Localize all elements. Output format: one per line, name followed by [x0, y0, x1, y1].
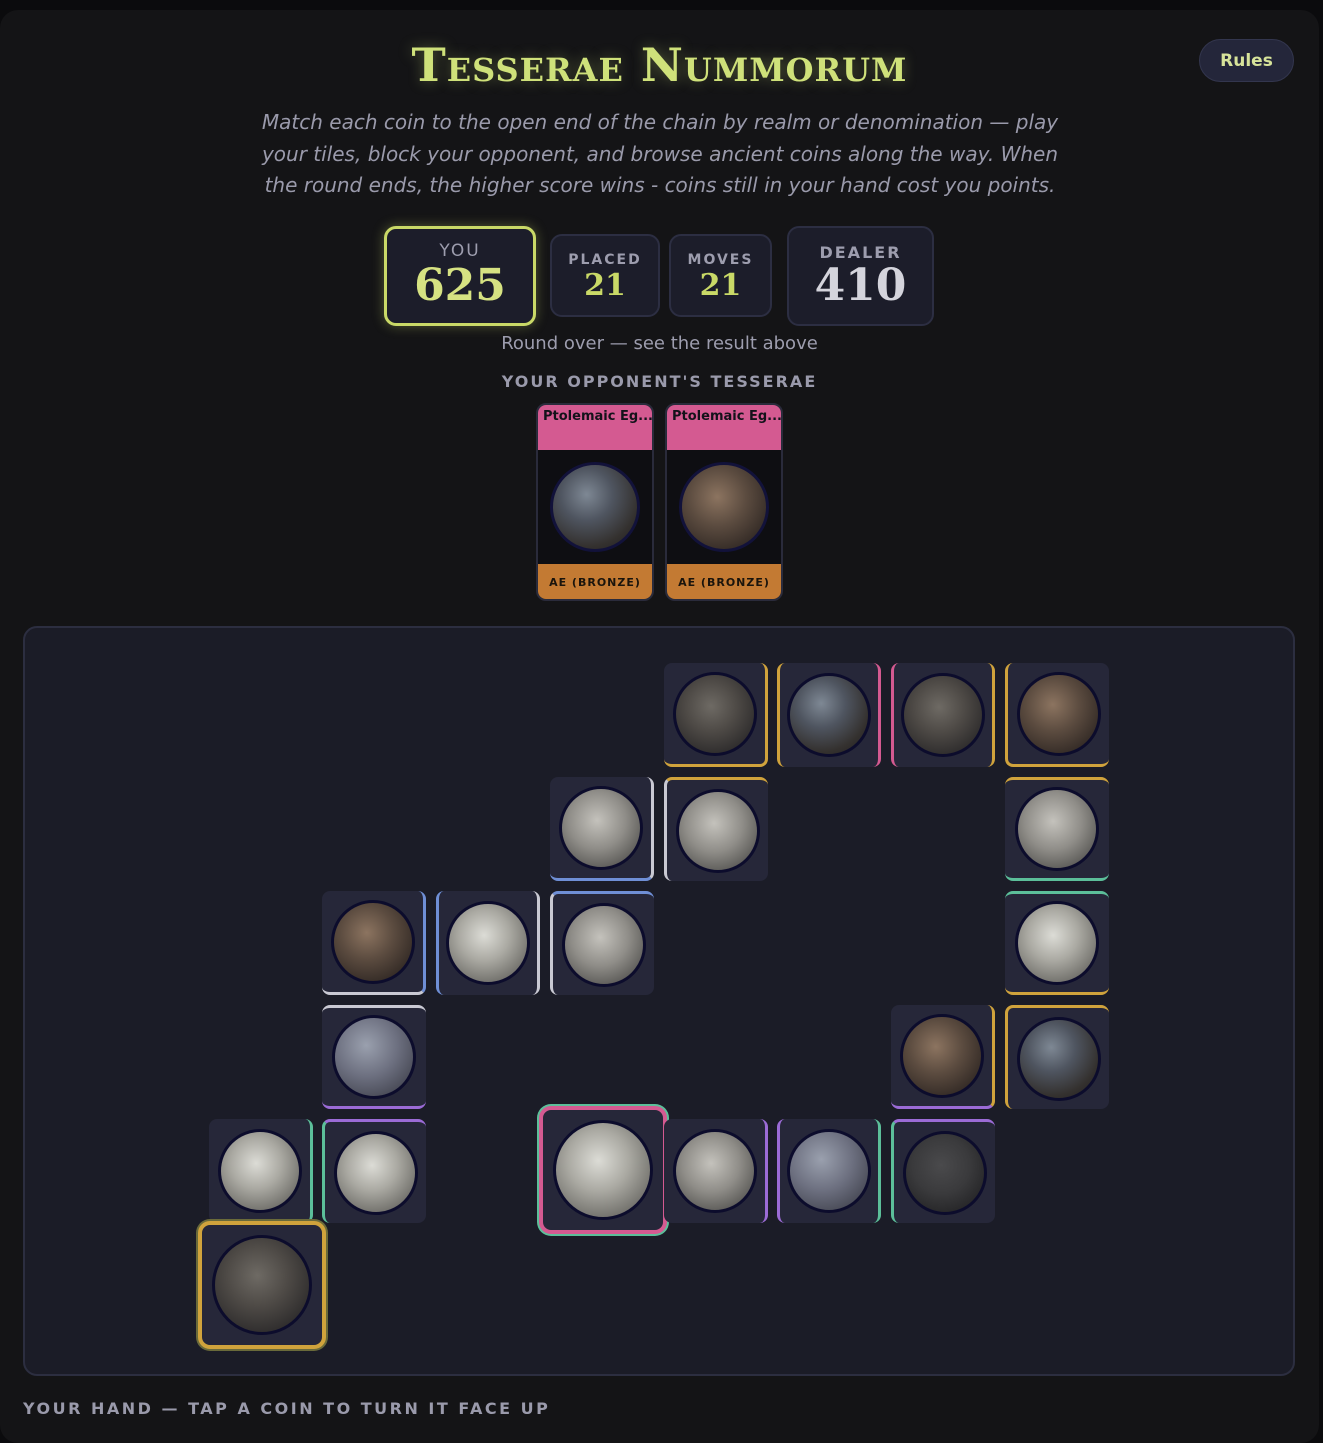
board-tile[interactable] — [550, 777, 654, 881]
player-score-label: YOU — [439, 241, 481, 261]
chain-end-tile[interactable] — [198, 1221, 326, 1349]
opponent-heading: YOUR OPPONENT'S TESSERAE — [501, 372, 818, 391]
board-tile[interactable] — [1005, 891, 1109, 995]
opponent-tile[interactable]: Ptolemaic Eg... AE (BRONZE) — [665, 403, 783, 601]
board-tile[interactable] — [1005, 663, 1109, 767]
coin-image — [446, 901, 530, 985]
coin-image — [330, 899, 415, 984]
board-tile[interactable] — [891, 1005, 995, 1109]
board-tile[interactable] — [777, 1119, 881, 1223]
rules-button[interactable]: Rules — [1199, 39, 1294, 82]
board-tile[interactable] — [436, 891, 540, 995]
coin-image — [902, 1130, 987, 1215]
placed-counter: PLACED 21 — [550, 234, 660, 317]
game-instructions: Match each coin to the open end of the c… — [261, 110, 1059, 197]
tile-realm-label: Ptolemaic Eg... — [667, 405, 781, 450]
coin-image — [1015, 787, 1099, 871]
game-window: Tesserae Nummorum Rules Match each coin … — [0, 10, 1319, 1443]
dealer-score-panel: DEALER 410 — [787, 226, 934, 326]
tile-realm-label: Ptolemaic Eg... — [538, 405, 652, 450]
board-tile[interactable] — [322, 1119, 426, 1223]
board-tile[interactable] — [1005, 777, 1109, 881]
placed-value: 21 — [584, 268, 626, 303]
moves-counter: MOVES 21 — [669, 234, 772, 317]
game-title: Tesserae Nummorum — [411, 38, 908, 92]
coin-image — [787, 1129, 871, 1213]
coin-image — [679, 462, 769, 552]
board-tile[interactable] — [777, 663, 881, 767]
game-board — [23, 626, 1295, 1376]
board-tile[interactable] — [1005, 1005, 1109, 1109]
board-tile[interactable] — [209, 1119, 313, 1223]
coin-image — [675, 788, 760, 873]
board-tile[interactable] — [664, 663, 768, 767]
placed-label: PLACED — [568, 252, 642, 268]
player-score-value: 625 — [414, 260, 506, 311]
hand-heading: YOUR HAND — TAP A COIN TO TURN IT FACE U… — [23, 1399, 551, 1418]
round-status: Round over — see the result above — [501, 333, 818, 354]
board-tile[interactable] — [664, 777, 768, 881]
board-tile[interactable] — [891, 1119, 995, 1223]
coin-image — [558, 785, 643, 870]
coin-image — [672, 1129, 757, 1213]
opponent-tile[interactable]: Ptolemaic Eg... AE (BRONZE) — [536, 403, 654, 601]
moves-value: 21 — [699, 268, 742, 303]
board-tile[interactable] — [664, 1119, 768, 1223]
player-score-panel: YOU 625 — [384, 226, 536, 326]
coin-image — [787, 673, 871, 757]
coin-image — [333, 1130, 418, 1215]
coin-image — [899, 1013, 984, 1098]
board-tile[interactable] — [891, 663, 995, 767]
coin-image — [553, 1120, 653, 1220]
dealer-score-value: 410 — [814, 260, 907, 311]
coin-image — [672, 671, 757, 756]
coin-image — [332, 1015, 416, 1099]
tile-denomination-label: AE (BRONZE) — [538, 564, 652, 599]
coin-image — [1015, 901, 1099, 985]
tile-denomination-label: AE (BRONZE) — [667, 564, 781, 599]
board-tile[interactable] — [322, 891, 426, 995]
board-tile[interactable] — [322, 1005, 426, 1109]
chain-start-tile[interactable] — [539, 1106, 667, 1234]
board-tile[interactable] — [550, 891, 654, 995]
coin-image — [1016, 671, 1101, 756]
coin-image — [212, 1235, 312, 1335]
coin-image — [901, 673, 985, 757]
coin-image — [561, 902, 646, 987]
coin-image — [217, 1129, 302, 1213]
coin-image — [1016, 1016, 1101, 1101]
coin-image — [550, 462, 640, 552]
moves-label: MOVES — [687, 252, 754, 268]
